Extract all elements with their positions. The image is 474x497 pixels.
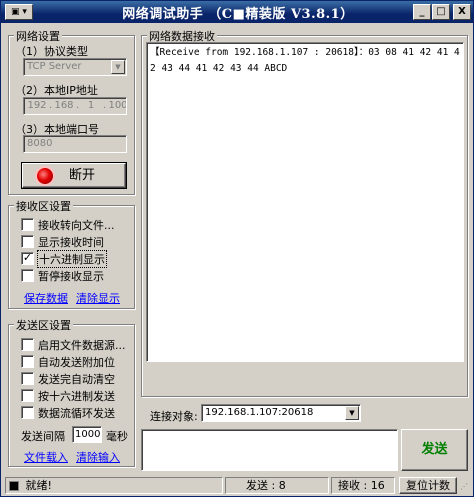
pause-recv-label[interactable]: 暂停接收显示 — [38, 268, 104, 284]
minimize-button[interactable]: _ — [413, 4, 431, 20]
protocol-label: （1）协议类型 — [15, 45, 88, 58]
title-bar[interactable]: ▣ ▾ 网络调试助手 （C■精装版 V3.8.1） _ □ X — [1, 1, 473, 23]
ip-segment-4: 100 — [108, 100, 127, 111]
dropdown-arrow-icon[interactable]: ▼ — [111, 60, 125, 74]
port-field[interactable]: 8080 — [23, 135, 127, 153]
ip-segment-1: 192 — [27, 100, 47, 111]
receive-settings-group: 接收区设置 接收转向文件... 显示接收时间 ✓ 十六进制显示 暂停接收显示 保… — [8, 198, 135, 309]
hex-send-checkbox[interactable] — [21, 389, 34, 402]
auto-clear-label[interactable]: 发送完自动清空 — [38, 371, 115, 387]
send-interval-input[interactable]: 1000 — [72, 426, 102, 443]
protocol-value: TCP Server — [27, 61, 82, 72]
send-interval-unit: 毫秒 — [106, 430, 128, 443]
loop-send-checkbox[interactable] — [21, 406, 34, 419]
load-file-link[interactable]: 文件载入 — [24, 449, 68, 465]
file-datasource-checkbox[interactable] — [21, 338, 34, 351]
ip-address-field[interactable]: 192. 168. 1. 100 — [23, 97, 127, 115]
ip-label: （2）本地IP地址 — [15, 84, 98, 97]
send-counter: 发送 : 8 — [225, 477, 329, 494]
recv-to-file-label[interactable]: 接收转向文件... — [38, 217, 115, 233]
connection-target-label: 连接对象: — [150, 410, 198, 423]
send-settings-group: 发送区设置 启用文件数据源... 自动发送附加位 发送完自动清空 按十六进制发送… — [8, 317, 135, 467]
disconnect-label: 断开 — [69, 168, 96, 183]
system-menu-button[interactable]: ▣ ▾ — [5, 4, 33, 20]
hex-display-label[interactable]: 十六进制显示 — [37, 250, 107, 268]
show-recv-time-checkbox[interactable] — [21, 235, 34, 248]
file-datasource-label[interactable]: 启用文件数据源... — [38, 337, 126, 353]
protocol-select[interactable]: TCP Server ▼ — [23, 58, 127, 76]
status-bar: 就绪! 发送 : 8 接收 : 16 复位计数 ⋰ — [3, 475, 473, 496]
hex-display-checkbox[interactable]: ✓ — [21, 252, 34, 265]
send-input-textarea[interactable] — [141, 429, 398, 471]
auto-clear-checkbox[interactable] — [21, 372, 34, 385]
hex-send-label[interactable]: 按十六进制发送 — [38, 388, 115, 404]
ip-segment-2: 168 — [54, 100, 74, 111]
recv-counter: 接收 : 16 — [331, 477, 395, 494]
connection-target-value: 192.168.1.107:20618 — [205, 407, 314, 418]
loop-send-label[interactable]: 数据流循环发送 — [38, 405, 115, 421]
ip-segment-3: 1 — [87, 100, 95, 111]
clear-input-link[interactable]: 清除输入 — [76, 449, 120, 465]
send-button[interactable]: 发送 — [401, 429, 468, 471]
dropdown-arrow-icon[interactable]: ▼ — [345, 406, 359, 420]
connection-status-led-icon — [37, 168, 53, 184]
connection-target-select[interactable]: 192.168.1.107:20618 ▼ — [201, 404, 361, 422]
window-title: 网络调试助手 （C■精装版 V3.8.1） — [122, 7, 354, 22]
receive-data-textarea[interactable]: 【Receive from 192.168.1.107 : 20618】：03 … — [146, 42, 464, 362]
send-settings-title: 发送区设置 — [14, 317, 73, 333]
send-interval-label: 发送间隔 — [21, 430, 65, 443]
close-button[interactable]: X — [453, 4, 471, 20]
recv-to-file-checkbox[interactable] — [21, 218, 34, 231]
save-data-link[interactable]: 保存数据 — [24, 290, 68, 306]
network-settings-title: 网络设置 — [14, 28, 62, 44]
main-window: ▣ ▾ 网络调试助手 （C■精装版 V3.8.1） _ □ X 网络设置 （1）… — [0, 0, 474, 497]
resize-grip-icon[interactable]: ⋰ — [460, 481, 472, 493]
network-settings-group: 网络设置 （1）协议类型 TCP Server ▼ （2）本地IP地址 192.… — [8, 28, 135, 195]
pause-recv-checkbox[interactable] — [21, 269, 34, 282]
auto-append-label[interactable]: 自动发送附加位 — [38, 354, 115, 370]
clear-display-link[interactable]: 清除显示 — [76, 290, 120, 306]
maximize-button[interactable]: □ — [432, 4, 450, 20]
status-icon — [9, 481, 19, 491]
receive-area-group: 网络数据接收 【Receive from 192.168.1.107 : 206… — [141, 28, 468, 423]
show-recv-time-label[interactable]: 显示接收时间 — [38, 234, 104, 250]
auto-append-checkbox[interactable] — [21, 355, 34, 368]
status-ready: 就绪! — [5, 477, 223, 494]
receive-settings-title: 接收区设置 — [14, 198, 73, 214]
reset-counter-button[interactable]: 复位计数 — [399, 477, 457, 494]
disconnect-button[interactable]: 断开 — [21, 162, 127, 189]
